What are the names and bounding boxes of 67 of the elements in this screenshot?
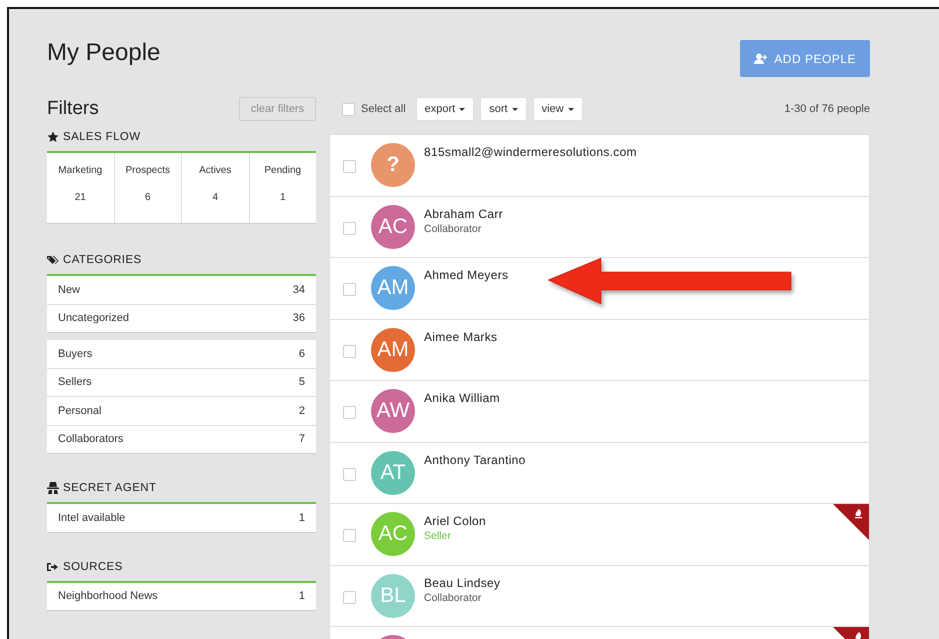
person-name[interactable]: Abraham Carr	[424, 206, 503, 220]
person-row[interactable]: AM Aimee Marks	[330, 320, 869, 381]
avatar: AT	[371, 450, 415, 494]
section-heading: SECRET AGENT	[63, 482, 156, 494]
row-checkbox[interactable]	[343, 590, 356, 604]
filter-item[interactable]: Buyers 6	[47, 340, 316, 368]
row-checkbox[interactable]	[343, 160, 356, 173]
avatar: AW	[371, 389, 415, 433]
person-row[interactable]: AM Ahmed Meyers	[330, 258, 869, 320]
tags-icon	[47, 254, 59, 266]
sales-flow-stage[interactable]: Pending 1	[250, 153, 316, 223]
sales-flow-stage[interactable]: Actives 4	[182, 153, 250, 223]
person-name[interactable]: Ahmed Meyers	[424, 268, 508, 282]
person-row[interactable]: AW Anika William	[330, 381, 869, 442]
sales-flow-stage[interactable]: Marketing 21	[47, 153, 114, 223]
person-role: Seller	[424, 530, 452, 542]
page-title: My People	[47, 38, 160, 67]
row-checkbox[interactable]	[343, 468, 356, 480]
caret-icon	[568, 108, 574, 110]
result-count: 1-30 of 76 people	[784, 103, 870, 115]
filter-item[interactable]: Personal 2	[47, 397, 316, 426]
filters-title: Filters	[47, 98, 99, 120]
row-checkbox[interactable]	[343, 406, 356, 419]
sales-flow-stage[interactable]: Prospects 6	[114, 153, 182, 223]
dropdown-button[interactable]: export	[416, 97, 474, 121]
filter-item[interactable]: Uncategorized 36	[47, 304, 316, 332]
avatar: AC	[371, 512, 415, 556]
row-checkbox[interactable]	[343, 222, 356, 234]
avatar: AM	[371, 266, 415, 310]
filter-item[interactable]: Intel available 1	[47, 504, 316, 532]
filter-item[interactable]: Neighborhood News 1	[47, 582, 316, 610]
person-name[interactable]: Beau Lindsey	[424, 576, 500, 590]
caret-icon	[512, 108, 518, 110]
row-checkbox[interactable]	[343, 529, 356, 542]
row-checkbox[interactable]	[343, 283, 356, 296]
star-icon	[47, 131, 59, 143]
person-row[interactable]: AT Anthony Tarantino	[330, 442, 869, 504]
dropdown-button[interactable]: view	[532, 97, 583, 121]
filter-item[interactable]: New 34	[47, 276, 316, 304]
person-row[interactable]: AC Abraham Carr Collaborator	[330, 196, 869, 258]
person-role: Collaborator	[424, 222, 482, 234]
person-name[interactable]: 815small2@windermeresolutions.com	[424, 145, 637, 159]
select-all-label[interactable]: Select all	[361, 103, 406, 115]
caret-icon	[459, 108, 466, 110]
section-heading: SOURCES	[63, 560, 123, 572]
filter-item[interactable]: Collaborators 7	[47, 426, 316, 453]
person-name[interactable]: Aimee Marks	[424, 330, 498, 344]
avatar: AC	[371, 204, 415, 248]
person-row[interactable]: ? 815small2@windermeresolutions.com	[330, 135, 869, 196]
section-heading: CATEGORIES	[63, 254, 142, 266]
avatar: BL	[371, 574, 415, 618]
person-row[interactable]: BL Beau Lindsey Collaborator	[330, 566, 869, 627]
person-name[interactable]: Ariel Colon	[424, 514, 486, 528]
select-all-checkbox[interactable]	[342, 102, 355, 116]
section-heading: SALES FLOW	[63, 131, 140, 143]
dropdown-button[interactable]: sort	[480, 97, 527, 121]
avatar: ?	[371, 143, 415, 187]
person-name[interactable]: Anika William	[424, 391, 500, 405]
sign-in-icon	[47, 560, 59, 572]
row-checkbox[interactable]	[343, 344, 356, 358]
person-name[interactable]: Anthony Tarantino	[424, 452, 526, 466]
person-row[interactable]: AC Ariel Colon Seller	[330, 504, 869, 566]
avatar: AM	[371, 328, 415, 372]
add-person-icon	[754, 53, 768, 64]
person-role: Collaborator	[424, 592, 482, 604]
spy-icon	[47, 482, 59, 494]
filter-item[interactable]: Sellers 5	[47, 368, 316, 397]
